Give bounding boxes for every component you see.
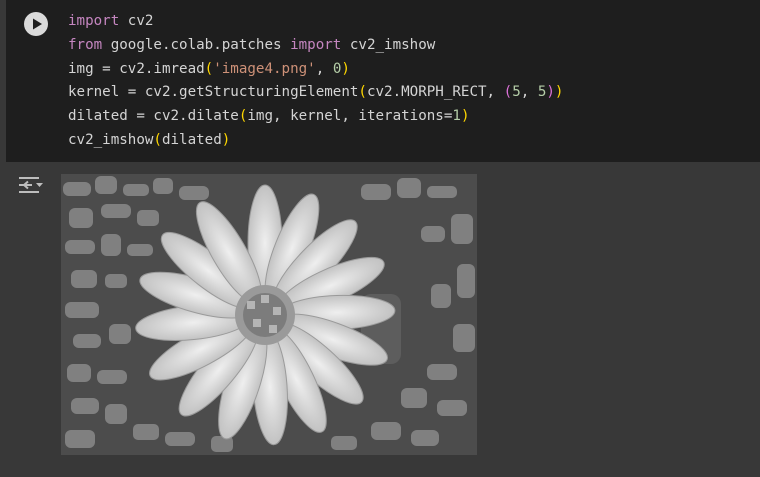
code-token: ): [460, 108, 470, 125]
code-token: ): [554, 84, 564, 101]
code-token: ,: [315, 60, 333, 77]
code-line: dilated = cv2.dilate(img, kernel, iterat…: [68, 105, 563, 129]
code-token: cv2.MORPH_RECT,: [366, 84, 504, 101]
code-token: from: [68, 36, 103, 53]
code-token: ): [221, 131, 231, 148]
code-token: ): [341, 60, 350, 77]
code-token: import: [290, 36, 342, 53]
code-token: 1: [452, 108, 461, 125]
code-line: from google.colab.patches import cv2_ims…: [68, 34, 563, 58]
code-token: cv2_imshow: [68, 131, 154, 148]
output-settings-icon[interactable]: [18, 174, 44, 196]
code-editor[interactable]: import cv2 from google.colab.patches impo…: [68, 10, 563, 153]
code-line: cv2_imshow(dilated): [68, 129, 563, 153]
code-token: dilated = cv2.dilate: [68, 108, 239, 125]
code-cell[interactable]: import cv2 from google.colab.patches impo…: [6, 0, 760, 162]
code-token: (: [204, 60, 214, 77]
code-token: (: [503, 84, 513, 101]
code-token: google.colab.patches: [102, 36, 291, 53]
code-token: 5: [512, 84, 521, 101]
code-token: kernel = cv2.getStructuringElement: [68, 84, 359, 101]
code-token: import: [68, 13, 120, 29]
play-icon: [33, 18, 42, 30]
run-cell-button[interactable]: [24, 12, 48, 36]
code-token: (: [358, 84, 367, 101]
code-line: kernel = cv2.getStructuringElement(cv2.M…: [68, 81, 563, 105]
code-token: (: [153, 131, 162, 148]
code-token: img, kernel, iterations=: [247, 108, 453, 125]
code-token: 'image4.png': [213, 60, 316, 77]
code-line: img = cv2.imread('image4.png', 0): [68, 58, 563, 82]
output-image: [61, 174, 477, 455]
code-token: cv2_imshow: [341, 36, 436, 53]
code-line: import cv2: [68, 10, 563, 34]
code-token: ): [546, 84, 555, 101]
code-token: ,: [520, 84, 538, 101]
code-token: img = cv2.imread: [68, 60, 205, 77]
code-token: cv2: [119, 13, 154, 29]
code-token: dilated: [161, 131, 222, 148]
